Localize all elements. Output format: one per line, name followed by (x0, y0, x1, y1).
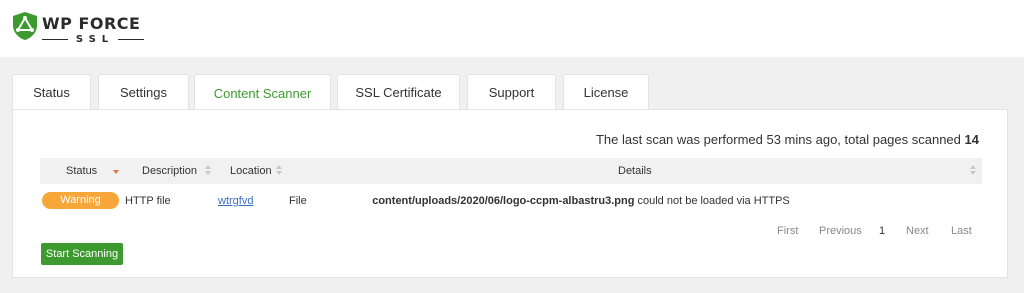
brand-divider-right (118, 39, 145, 40)
tab-status[interactable]: Status (12, 74, 91, 110)
pagination-previous[interactable]: Previous (819, 225, 862, 237)
pagination: First Previous 1 Next Last (13, 225, 1009, 241)
last-scan-text: The last scan was performed 53 mins ago,… (595, 132, 961, 147)
column-header-description[interactable]: Description (142, 158, 197, 184)
wp-force-ssl-logo: WP FORCE SSL (12, 11, 145, 47)
sort-icon[interactable] (205, 165, 211, 177)
sort-icon[interactable] (276, 165, 282, 177)
pagination-last[interactable]: Last (951, 225, 972, 237)
shield-logo-icon (13, 12, 37, 40)
status-badge: Warning (42, 192, 119, 209)
row-details: content/uploads/2020/06/logo-ccpm-albast… (110, 188, 1024, 214)
column-header-details[interactable]: Details (618, 158, 652, 184)
brand-subname: SSL (42, 34, 145, 45)
brand-name: WP FORCE (42, 14, 141, 33)
column-header-location[interactable]: Location (230, 158, 272, 184)
tab-content-scanner[interactable]: Content Scanner (194, 74, 331, 111)
content-scanner-panel: The last scan was performed 53 mins ago,… (12, 109, 1008, 278)
brand-ssl-text: SSL (75, 34, 115, 45)
sort-icon[interactable] (970, 165, 976, 177)
tab-settings[interactable]: Settings (98, 74, 189, 110)
start-scanning-button[interactable]: Start Scanning (41, 243, 123, 265)
pagination-next[interactable]: Next (906, 225, 929, 237)
row-details-path: content/uploads/2020/06/logo-ccpm-albast… (372, 195, 635, 207)
row-details-message: could not be loaded via HTTPS (637, 195, 790, 207)
app-header: WP FORCE SSL (0, 0, 1024, 57)
column-header-status[interactable]: Status (66, 158, 97, 184)
pages-scanned-count: 14 (964, 132, 979, 147)
tab-ssl-certificate[interactable]: SSL Certificate (337, 74, 460, 110)
pagination-current-page[interactable]: 1 (879, 225, 885, 237)
last-scan-info: The last scan was performed 53 mins ago,… (596, 132, 979, 147)
table-row: Warning HTTP file wtrgfvd File content/u… (40, 188, 982, 214)
tab-support[interactable]: Support (467, 74, 556, 110)
tab-license[interactable]: License (563, 74, 649, 110)
results-table-header: Status Description Location Details (40, 158, 982, 184)
sort-desc-icon[interactable] (113, 165, 119, 177)
pagination-first[interactable]: First (777, 225, 798, 237)
brand-divider-left (42, 39, 68, 40)
